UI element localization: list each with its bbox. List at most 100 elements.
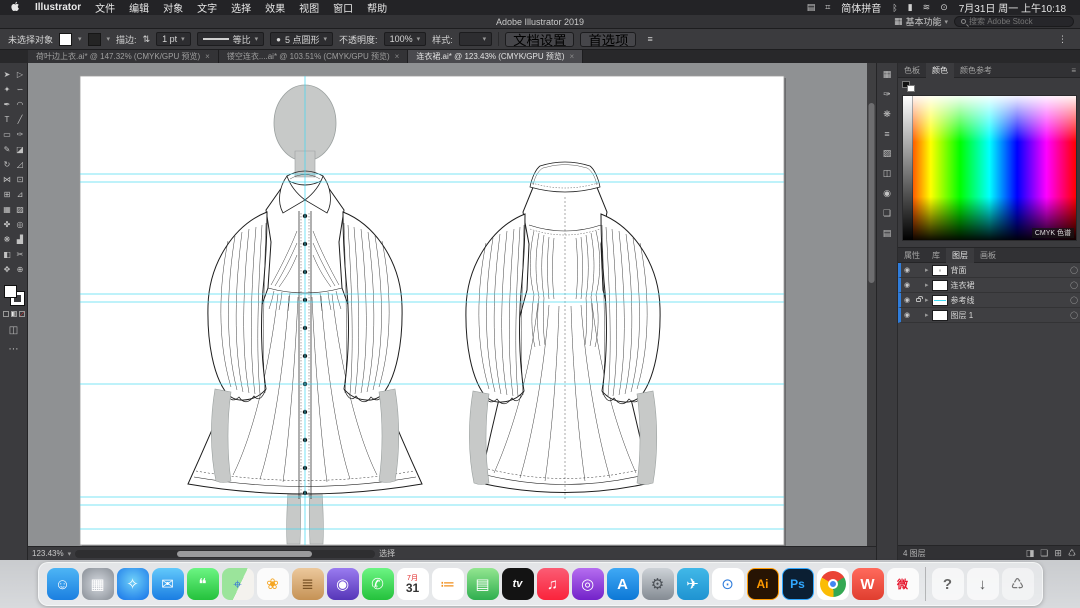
paintbrush-tool[interactable]: ✑ bbox=[14, 127, 27, 142]
fg-bg-color-chips[interactable] bbox=[902, 81, 916, 93]
dock-apple-tv[interactable]: tv bbox=[501, 568, 534, 600]
dock-podcasts[interactable]: ◎ bbox=[571, 568, 604, 600]
layer-name[interactable]: 连衣裙 bbox=[951, 280, 975, 291]
layer-target-icon[interactable]: ◯ bbox=[1070, 266, 1078, 274]
slice-tool[interactable]: ✂ bbox=[14, 247, 27, 262]
curvature-tool[interactable]: ◠ bbox=[14, 97, 27, 112]
free-transform-tool[interactable]: ⊡ bbox=[14, 172, 27, 187]
zoom-chevron-icon[interactable]: ▾ bbox=[68, 550, 72, 558]
document-setup-button[interactable]: 文档设置 bbox=[505, 31, 575, 48]
brushes-panel-icon[interactable]: ✑ bbox=[883, 89, 891, 100]
horizontal-scrollbar-thumb[interactable] bbox=[177, 550, 313, 557]
blend-tool[interactable]: ◎ bbox=[14, 217, 27, 232]
rotate-tool[interactable]: ↻ bbox=[1, 157, 14, 172]
keyboard-icon[interactable]: ⌗ bbox=[820, 2, 835, 13]
magic-wand-tool[interactable]: ✦ bbox=[1, 82, 14, 97]
tab-swatches[interactable]: 色板 bbox=[898, 63, 926, 78]
layer-row-dress[interactable]: ◉ ▸ 连衣裙 ◯ bbox=[898, 278, 1080, 293]
workspace-switcher[interactable]: ▦ 基本功能 ▾ bbox=[894, 15, 948, 28]
visibility-eye-icon[interactable]: ◉ bbox=[904, 296, 912, 304]
menu-app-name[interactable]: Illustrator bbox=[28, 2, 88, 13]
dock-chrome[interactable] bbox=[816, 568, 849, 600]
cmyk-spectrum[interactable]: CMYK 色谱 bbox=[902, 95, 1077, 241]
dock-photos[interactable]: ❀ bbox=[256, 568, 289, 600]
vertical-scrollbar-thumb[interactable] bbox=[868, 103, 875, 283]
swatches-panel-icon[interactable]: ▦ bbox=[883, 69, 892, 80]
expand-arrow-icon[interactable]: ▸ bbox=[925, 281, 929, 289]
tab-artboards[interactable]: 画板 bbox=[974, 248, 1002, 263]
pencil-tool[interactable]: ✎ bbox=[1, 142, 14, 157]
layer-target-icon[interactable]: ◯ bbox=[1070, 296, 1078, 304]
make-mask-icon[interactable]: ◨ bbox=[1026, 548, 1035, 559]
dock-trash[interactable]: ♺ bbox=[1001, 568, 1034, 600]
color-mode-button[interactable] bbox=[2, 311, 9, 317]
menu-window[interactable]: 窗口 bbox=[326, 0, 360, 15]
stock-search-box[interactable] bbox=[954, 16, 1074, 27]
delete-layer-icon[interactable]: ♺ bbox=[1068, 548, 1076, 559]
close-icon[interactable]: × bbox=[205, 52, 210, 61]
visibility-eye-icon[interactable]: ◉ bbox=[904, 311, 912, 319]
dock-calendar[interactable]: 7月 31 bbox=[396, 568, 429, 600]
expand-arrow-icon[interactable]: ▸ bbox=[925, 296, 929, 304]
fill-chevron-icon[interactable]: ▾ bbox=[78, 35, 82, 43]
width-profile-dropdown[interactable]: 等比 ▾ bbox=[196, 32, 265, 46]
dock-numbers[interactable]: ▤ bbox=[466, 568, 499, 600]
align-panel-icon[interactable]: ▤ bbox=[883, 228, 892, 239]
close-icon[interactable]: × bbox=[569, 52, 574, 61]
dock-weibo[interactable]: 微 bbox=[886, 568, 919, 600]
close-icon[interactable]: × bbox=[395, 52, 400, 61]
rectangle-tool[interactable]: ▭ bbox=[1, 127, 14, 142]
dock-facetime[interactable]: ✆ bbox=[361, 568, 394, 600]
opacity-dropdown[interactable]: 100% ▾ bbox=[383, 32, 427, 46]
tab-properties[interactable]: 属性 bbox=[898, 248, 926, 263]
bluetooth-icon[interactable]: ᛒ bbox=[887, 3, 902, 13]
panel-menu-icon[interactable]: ≡ bbox=[1071, 66, 1080, 75]
layer-row-layer1[interactable]: ◉ ▸ 图层 1 ◯ bbox=[898, 308, 1080, 323]
tab-libraries[interactable]: 库 bbox=[926, 248, 946, 263]
dock-downloads[interactable]: ↓ bbox=[966, 568, 999, 600]
layer-name[interactable]: 参考线 bbox=[951, 295, 975, 306]
document-canvas[interactable] bbox=[28, 63, 876, 546]
layer-name[interactable]: 背面 bbox=[951, 265, 967, 276]
apple-menu-icon[interactable] bbox=[8, 1, 22, 15]
symbols-panel-icon[interactable]: ❋ bbox=[883, 109, 891, 120]
eraser-tool[interactable]: ◪ bbox=[14, 142, 27, 157]
wifi-icon[interactable]: ≋ bbox=[918, 2, 936, 13]
dock-help[interactable]: ? bbox=[931, 568, 964, 600]
selection-tool[interactable]: ➤ bbox=[1, 67, 14, 82]
scale-tool[interactable]: ◿ bbox=[14, 157, 27, 172]
tab-layers[interactable]: 图层 bbox=[946, 247, 974, 263]
drawing-modes-icon[interactable]: ◫ bbox=[9, 325, 18, 336]
new-layer-icon[interactable]: ⊞ bbox=[1054, 548, 1062, 559]
visibility-eye-icon[interactable]: ◉ bbox=[904, 266, 912, 274]
none-mode-button[interactable] bbox=[18, 311, 25, 317]
align-options-icon[interactable]: ≡ bbox=[642, 34, 657, 44]
dock-photoshop[interactable]: Ps bbox=[781, 568, 814, 600]
layer-target-icon[interactable]: ◯ bbox=[1070, 281, 1078, 289]
layer-target-icon[interactable]: ◯ bbox=[1070, 311, 1078, 319]
expand-arrow-icon[interactable]: ▸ bbox=[925, 266, 929, 274]
width-tool[interactable]: ⋈ bbox=[1, 172, 14, 187]
direct-selection-tool[interactable]: ▷ bbox=[14, 67, 27, 82]
battery-icon[interactable]: ▮ bbox=[903, 2, 918, 13]
dock-app-store[interactable]: A bbox=[606, 568, 639, 600]
tab-color-guide[interactable]: 颜色参考 bbox=[954, 63, 998, 78]
lasso-tool[interactable]: ∽ bbox=[14, 82, 27, 97]
column-graph-tool[interactable]: ▟ bbox=[14, 232, 27, 247]
artboard[interactable] bbox=[79, 75, 785, 546]
dock-illustrator[interactable]: Ai bbox=[746, 568, 779, 600]
stroke-color-chip[interactable] bbox=[87, 32, 101, 46]
menu-edit[interactable]: 编辑 bbox=[122, 0, 156, 15]
menu-type[interactable]: 文字 bbox=[190, 0, 224, 15]
fill-swatch[interactable] bbox=[3, 285, 17, 298]
expand-arrow-icon[interactable]: ▸ bbox=[925, 311, 929, 319]
visibility-eye-icon[interactable]: ◉ bbox=[904, 281, 912, 289]
transparency-panel-icon[interactable]: ◫ bbox=[883, 168, 892, 179]
dock-conference-app[interactable]: ⊙ bbox=[711, 568, 744, 600]
dock-notes[interactable]: ≣ bbox=[291, 568, 324, 600]
stroke-weight-dropdown[interactable]: 1 pt ▾ bbox=[156, 32, 191, 46]
new-sublayer-icon[interactable]: ❏ bbox=[1040, 548, 1048, 559]
fill-color-chip[interactable] bbox=[59, 32, 73, 46]
line-segment-tool[interactable]: ╱ bbox=[14, 112, 27, 127]
menu-effect[interactable]: 效果 bbox=[258, 0, 292, 15]
